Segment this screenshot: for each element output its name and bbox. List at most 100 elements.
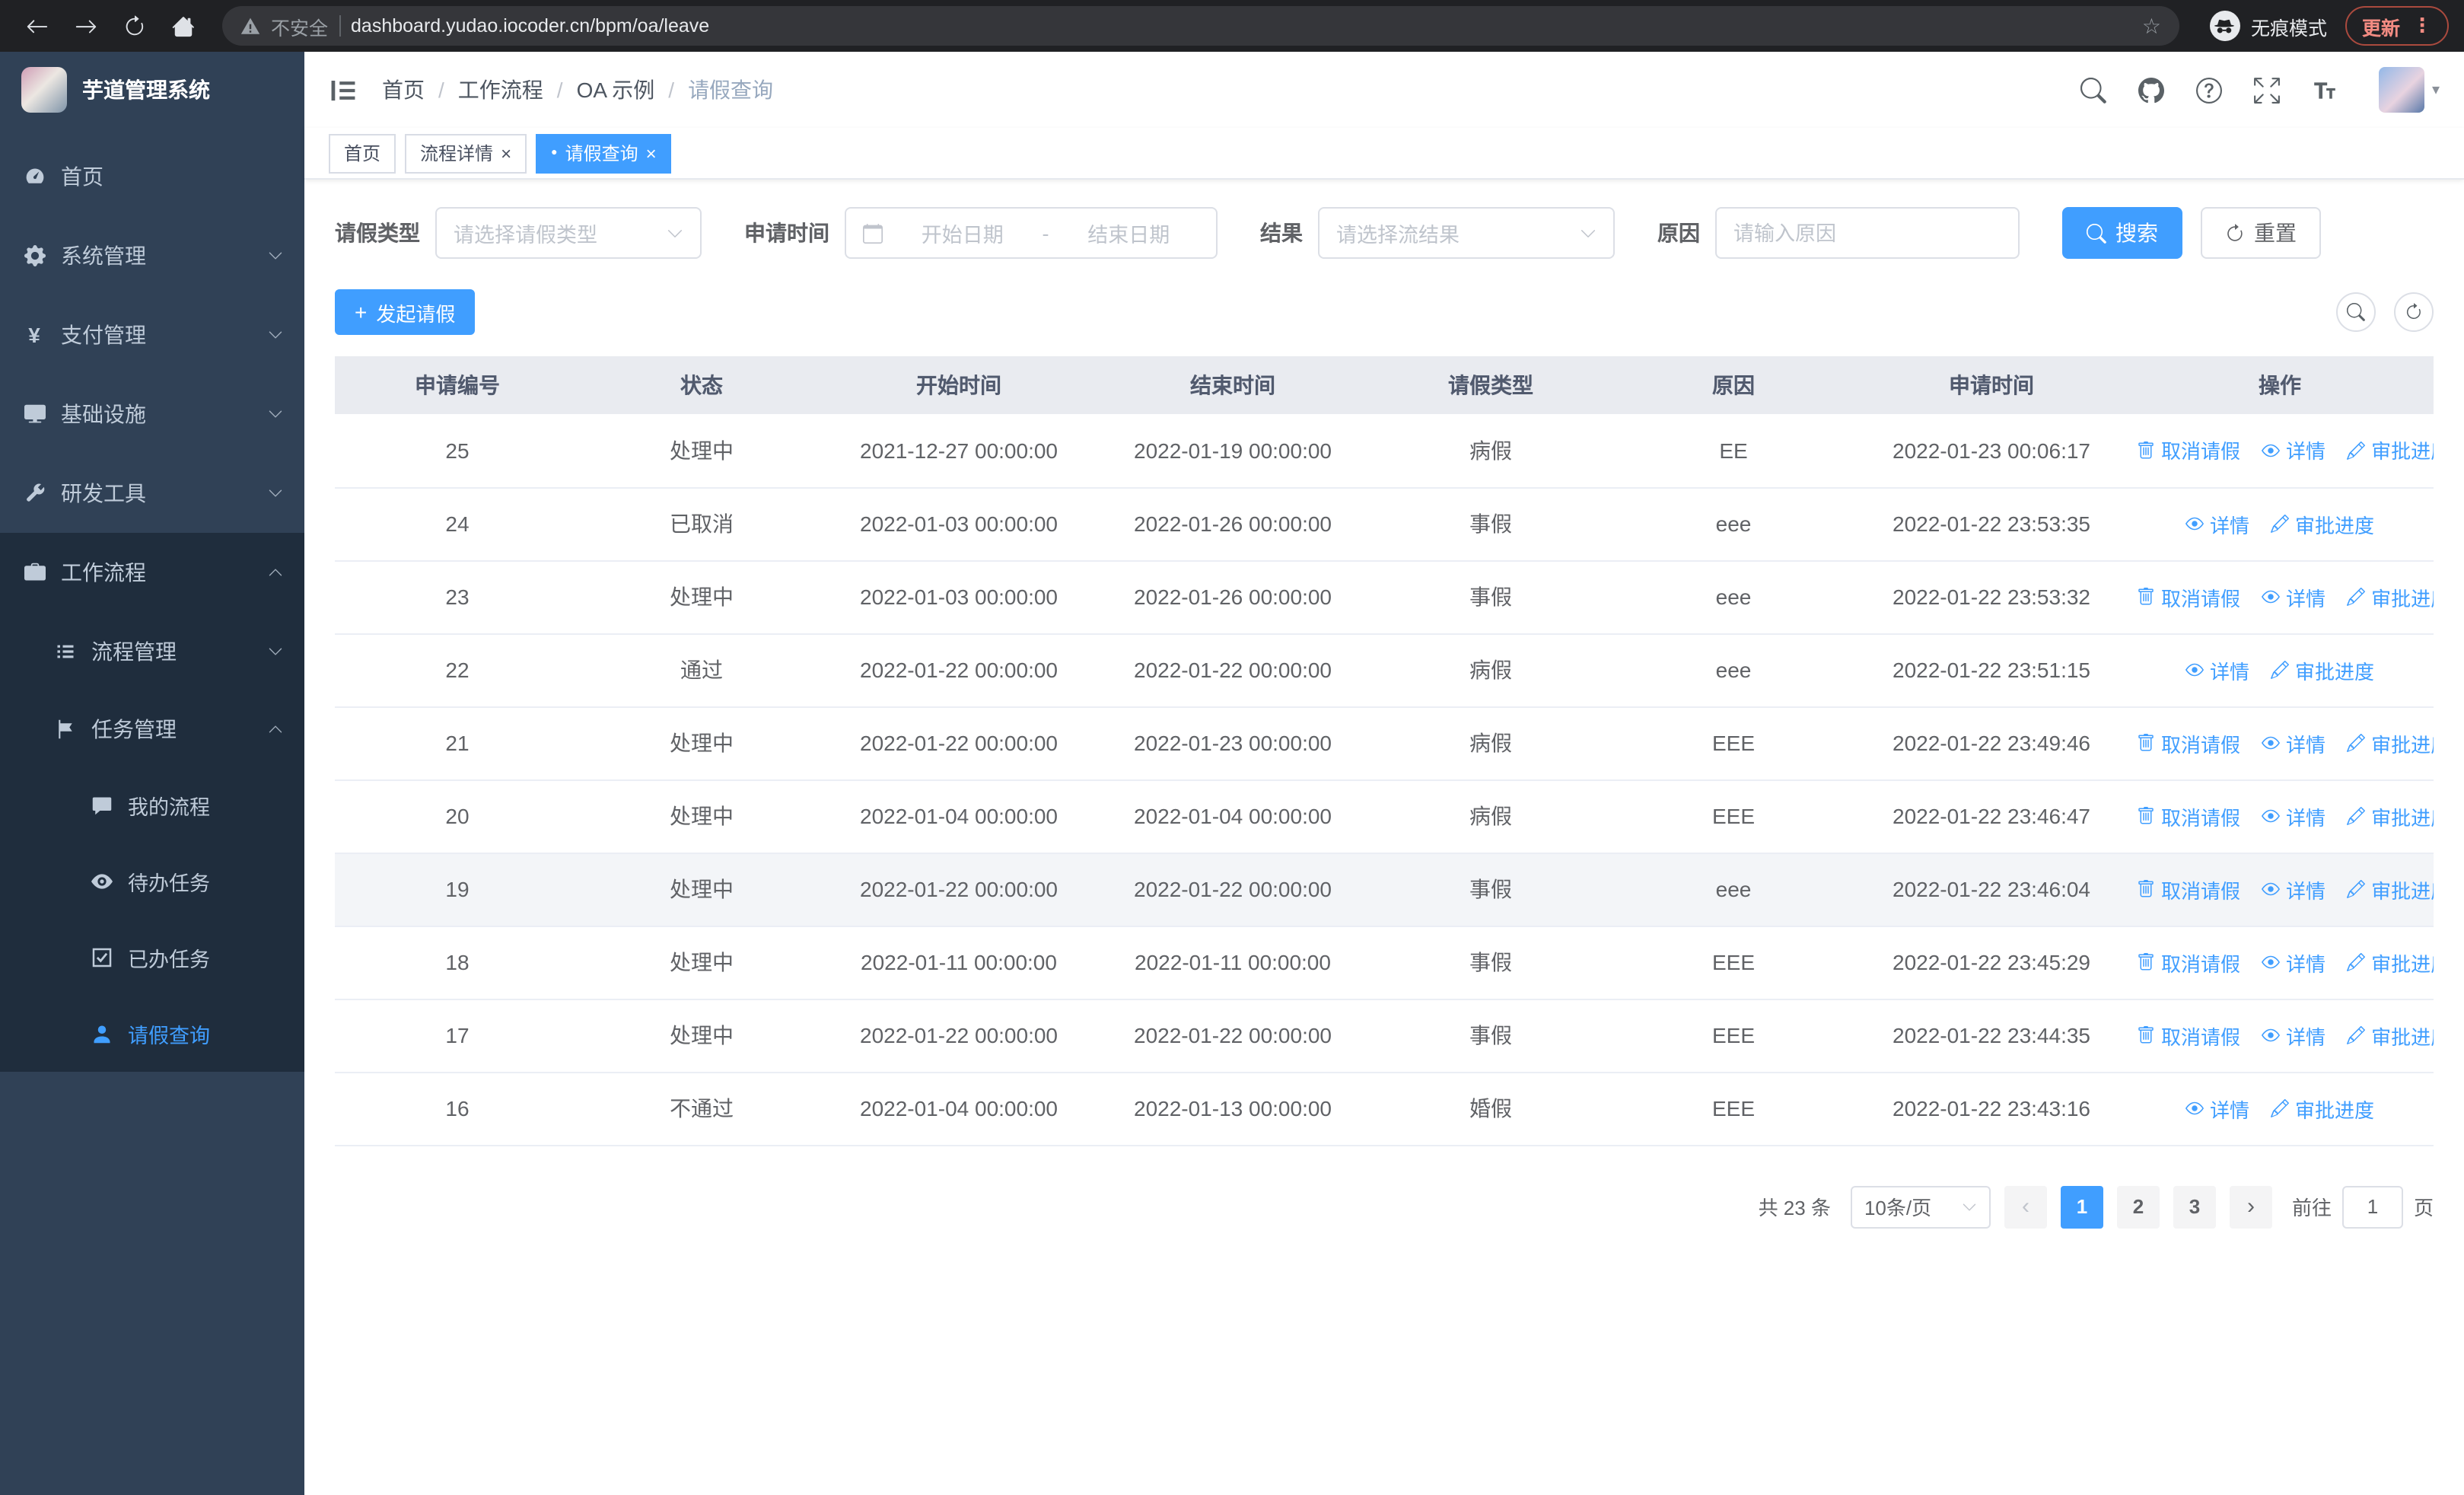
font-size-icon[interactable]	[2312, 77, 2338, 103]
help-icon[interactable]	[2195, 77, 2222, 103]
bookmark-star-icon[interactable]: ☆	[2142, 13, 2161, 39]
create-leave-button[interactable]: + 发起请假	[335, 289, 476, 335]
approval-progress-link[interactable]: 审批进度	[2347, 582, 2434, 611]
reset-button[interactable]: 重置	[2201, 207, 2321, 259]
sidebar-collapse-button[interactable]	[329, 75, 358, 104]
browser-menu-icon[interactable]: ⋮	[2412, 14, 2432, 38]
approval-progress-link[interactable]: 审批进度	[2347, 1021, 2434, 1050]
cancel-leave-link[interactable]: 取消请假	[2137, 436, 2240, 465]
sidebar-item-leave-query[interactable]: 请假查询	[0, 996, 304, 1072]
table-cell: 2022-01-22 23:44:35	[1857, 999, 2126, 1073]
cancel-leave-link[interactable]: 取消请假	[2137, 802, 2240, 830]
approval-progress-link[interactable]: 审批进度	[2347, 728, 2434, 757]
github-icon[interactable]	[2138, 77, 2164, 103]
detail-link[interactable]: 详情	[2185, 509, 2249, 538]
date-range-picker[interactable]: 开始日期 - 结束日期	[845, 207, 1218, 259]
table-cell: 2021-12-27 00:00:00	[823, 414, 1094, 488]
home-button[interactable]	[161, 5, 204, 47]
table-cell: 24	[335, 487, 580, 561]
detail-link[interactable]: 详情	[2262, 875, 2326, 904]
forward-button[interactable]	[64, 5, 107, 47]
fullscreen-icon[interactable]	[2254, 77, 2280, 103]
breadcrumb-separator: /	[668, 78, 675, 102]
reason-input-wrap	[1715, 207, 2020, 259]
trash-icon	[2138, 953, 2154, 971]
cancel-leave-link[interactable]: 取消请假	[2137, 1021, 2240, 1050]
detail-link[interactable]: 详情	[2262, 728, 2326, 757]
back-button[interactable]	[15, 5, 58, 47]
table-cell: 婚假	[1371, 1072, 1610, 1146]
goto-page-input[interactable]	[2341, 1185, 2403, 1228]
prev-page-button[interactable]: ‹	[2004, 1185, 2047, 1228]
reason-input[interactable]	[1717, 209, 2018, 257]
result-select[interactable]: 请选择流结果	[1318, 207, 1615, 259]
trash-icon	[2138, 880, 2154, 897]
app-logo[interactable]: 芋道管理系统	[0, 52, 304, 128]
detail-link[interactable]: 详情	[2185, 655, 2249, 684]
search-button[interactable]: 搜索	[2062, 207, 2182, 259]
close-icon[interactable]: ×	[646, 144, 657, 162]
page-button-1[interactable]: 1	[2060, 1185, 2103, 1228]
cancel-leave-link[interactable]: 取消请假	[2137, 875, 2240, 904]
cancel-leave-link[interactable]: 取消请假	[2137, 728, 2240, 757]
refresh-table-button[interactable]	[2394, 292, 2434, 332]
sidebar-item-workflow[interactable]: 工作流程	[0, 533, 304, 612]
approval-progress-link[interactable]: 审批进度	[2271, 1094, 2374, 1123]
browser-update-button[interactable]: 更新 ⋮	[2345, 6, 2449, 46]
detail-link[interactable]: 详情	[2262, 1021, 2326, 1050]
sidebar-item-my-process[interactable]: 我的流程	[0, 767, 304, 843]
sidebar-item-todo-tasks[interactable]: 待办任务	[0, 843, 304, 920]
detail-link[interactable]: 详情	[2262, 948, 2326, 977]
approval-progress-link[interactable]: 审批进度	[2271, 655, 2374, 684]
cancel-leave-link[interactable]: 取消请假	[2137, 582, 2240, 611]
leave-type-select[interactable]: 请选择请假类型	[435, 207, 702, 259]
start-date-input[interactable]: 开始日期	[892, 218, 1033, 248]
breadcrumb-workflow[interactable]: 工作流程	[458, 75, 543, 105]
sidebar-item-task-mgmt[interactable]: 任务管理	[0, 690, 304, 767]
page-size-select[interactable]: 10条/页	[1850, 1185, 1991, 1228]
cancel-leave-link[interactable]: 取消请假	[2137, 948, 2240, 977]
table-cell: 2022-01-04 00:00:00	[823, 1072, 1094, 1146]
filter-apply-time: 申请时间 开始日期 - 结束日期	[744, 207, 1218, 259]
detail-link[interactable]: 详情	[2262, 436, 2326, 465]
tab-home[interactable]: 首页	[329, 133, 396, 173]
approval-progress-link[interactable]: 审批进度	[2271, 509, 2374, 538]
table-cell: 已取消	[580, 487, 823, 561]
sidebar-item-infra[interactable]: 基础设施	[0, 375, 304, 454]
detail-link[interactable]: 详情	[2185, 1094, 2249, 1123]
approval-progress-link[interactable]: 审批进度	[2347, 436, 2434, 465]
sidebar-item-dev-tools[interactable]: 研发工具	[0, 454, 304, 533]
breadcrumb-oa-example[interactable]: OA 示例	[577, 75, 655, 105]
tab-process-detail[interactable]: 流程详情 ×	[405, 133, 527, 173]
approval-progress-link[interactable]: 审批进度	[2347, 875, 2434, 904]
page-button-3[interactable]: 3	[2173, 1185, 2216, 1228]
next-page-button[interactable]: ›	[2229, 1185, 2272, 1228]
close-icon[interactable]: ×	[501, 144, 511, 162]
sidebar-item-payment[interactable]: ¥ 支付管理	[0, 295, 304, 375]
detail-link[interactable]: 详情	[2262, 582, 2326, 611]
sidebar-item-process-mgmt[interactable]: 流程管理	[0, 612, 304, 690]
main-area: 首页 / 工作流程 / OA 示例 / 请假查询 ▾ 首页 流程详情 × ● 请…	[304, 52, 2464, 1495]
approval-progress-link[interactable]: 审批进度	[2347, 802, 2434, 830]
end-date-input[interactable]: 结束日期	[1059, 218, 1200, 248]
sidebar-item-done-tasks[interactable]: 已办任务	[0, 920, 304, 996]
url-text[interactable]: dashboard.yudao.iocoder.cn/bpm/oa/leave	[351, 15, 709, 37]
chevron-up-icon	[268, 721, 283, 736]
reload-button[interactable]	[113, 5, 155, 47]
search-icon[interactable]	[2080, 77, 2106, 103]
breadcrumb-home[interactable]: 首页	[382, 75, 425, 105]
detail-link[interactable]: 详情	[2262, 802, 2326, 830]
sidebar-item-home[interactable]: 首页	[0, 137, 304, 216]
table-cell: 2022-01-22 00:00:00	[823, 633, 1094, 707]
sidebar-menu: 首页 系统管理 ¥ 支付管理 基础设施 研发工具 工作流程 流程管理 任务管理 …	[0, 128, 304, 1072]
approval-progress-link[interactable]: 审批进度	[2347, 948, 2434, 977]
page-button-2[interactable]: 2	[2116, 1185, 2160, 1228]
tab-leave-query[interactable]: ● 请假查询 ×	[536, 133, 672, 173]
user-menu[interactable]: ▾	[2378, 67, 2440, 113]
gear-icon	[21, 245, 47, 266]
sidebar-item-system[interactable]: 系统管理	[0, 216, 304, 295]
table-cell: 2022-01-26 00:00:00	[1094, 560, 1371, 634]
toggle-search-button[interactable]	[2336, 292, 2376, 332]
security-label[interactable]: 不安全	[271, 11, 328, 40]
url-bar[interactable]: 不安全 dashboard.yudao.iocoder.cn/bpm/oa/le…	[222, 6, 2179, 46]
